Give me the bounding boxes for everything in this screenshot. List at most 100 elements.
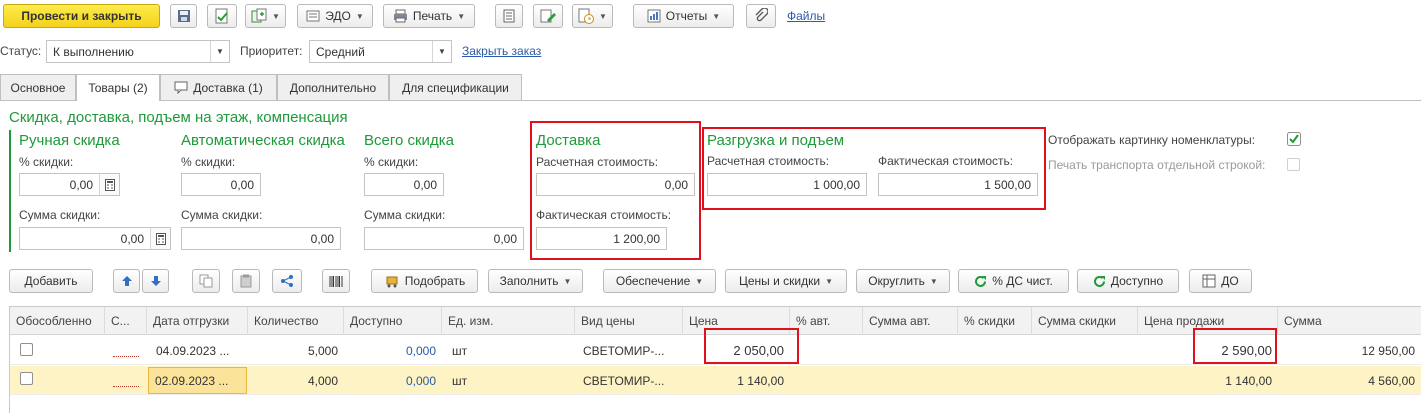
row-sum: 4 560,00 (1368, 373, 1415, 388)
row-unit[interactable]: шт (446, 336, 575, 365)
barcode-button[interactable] (322, 269, 350, 293)
status-label: Статус: (0, 44, 42, 58)
col-discount-percent[interactable]: % скидки (958, 307, 1032, 335)
row-separate-checkbox[interactable] (20, 372, 33, 385)
document-post-icon (214, 8, 230, 24)
list-icon (503, 9, 515, 23)
section-left-bar (9, 130, 11, 252)
fill-button[interactable]: Заполнить ▼ (488, 269, 583, 293)
priority-select[interactable]: Средний ▼ (309, 40, 452, 63)
tab-specification[interactable]: Для спецификации (389, 74, 522, 100)
files-link[interactable]: Файлы (787, 9, 825, 23)
paste-button[interactable] (232, 269, 260, 293)
floppy-icon (177, 9, 191, 23)
print-button[interactable]: Печать ▼ (383, 4, 475, 28)
attach-button[interactable] (746, 4, 776, 28)
auto-percent-label: % скидки: (181, 155, 236, 169)
paperclip-icon (754, 8, 768, 24)
tab-delivery[interactable]: Доставка (1) (160, 74, 277, 100)
sale-price-highlight (1193, 328, 1277, 364)
copy-button[interactable] (192, 269, 220, 293)
col-available[interactable]: Доступно (344, 307, 442, 335)
save-button[interactable] (170, 4, 197, 28)
show-picture-label: Отображать картинку номенклатуры: (1048, 133, 1256, 147)
total-sum-input: 0,00 (364, 227, 524, 250)
chevron-down-icon[interactable]: ▼ (210, 41, 229, 62)
col-ship-date[interactable]: Дата отгрузки (147, 307, 248, 335)
col-discount-sum[interactable]: Сумма скидки (1032, 307, 1138, 335)
copy-icon (199, 274, 213, 288)
col-s[interactable]: С... (105, 307, 147, 335)
edit-button[interactable] (533, 4, 563, 28)
reports-button[interactable]: Отчеты ▼ (633, 4, 734, 28)
tab-additional[interactable]: Дополнительно (277, 74, 389, 100)
manual-percent-label: % скидки: (19, 155, 74, 169)
tab-goods[interactable]: Товары (2) (76, 74, 160, 101)
auto-sum-label: Сумма скидки: (181, 208, 263, 222)
status-select[interactable]: К выполнению ▼ (46, 40, 230, 63)
printer-icon (393, 9, 408, 23)
edo-icon (306, 9, 320, 23)
col-separate[interactable]: Обособленно (10, 307, 105, 335)
create-based-on-button[interactable]: ▼ (245, 4, 286, 28)
show-picture-checkbox[interactable] (1287, 132, 1301, 146)
price-highlight (704, 328, 799, 364)
col-quantity[interactable]: Количество (248, 307, 344, 335)
round-button[interactable]: Округлить ▼ (856, 269, 950, 293)
reports-icon (647, 9, 661, 23)
total-percent-label: % скидки: (364, 155, 419, 169)
col-sum[interactable]: Сумма (1278, 307, 1421, 335)
prices-discounts-button[interactable]: Цены и скидки ▼ (725, 269, 847, 293)
move-up-button[interactable] (113, 269, 140, 293)
share-button[interactable] (272, 269, 302, 293)
row-s-cell[interactable] (113, 356, 139, 357)
chevron-down-icon: ▼ (272, 11, 280, 21)
row-quantity[interactable]: 4,000 (248, 366, 344, 395)
structure-button[interactable] (495, 4, 523, 28)
available-button[interactable]: Доступно (1077, 269, 1179, 293)
comment-icon (174, 81, 188, 94)
add-row-button[interactable]: Добавить (9, 269, 93, 293)
arrow-up-icon (121, 275, 133, 287)
do-button[interactable]: ДО (1189, 269, 1252, 293)
col-auto-percent[interactable]: % авт. (790, 307, 863, 335)
row-price[interactable]: 1 140,00 (683, 366, 790, 395)
total-discount-title: Всего скидка (364, 132, 454, 149)
row-separate-checkbox[interactable] (20, 343, 33, 356)
post-button[interactable] (207, 4, 237, 28)
pick-button[interactable]: Подобрать (371, 269, 478, 293)
manual-sum-input[interactable]: 0,00 (19, 227, 171, 250)
unloading-highlight (702, 127, 1046, 210)
print-transport-checkbox[interactable] (1287, 158, 1300, 171)
tab-main[interactable]: Основное (0, 74, 76, 100)
row-price-type[interactable]: СВЕТОМИР-... (577, 366, 683, 395)
calculator-icon[interactable] (99, 174, 119, 195)
delivery-highlight (530, 121, 701, 260)
row-ship-date[interactable]: 02.09.2023 ... (148, 367, 247, 394)
row-s-cell[interactable] (113, 386, 139, 387)
calculator-icon[interactable] (150, 228, 170, 249)
row-unit[interactable]: шт (446, 366, 575, 395)
row-quantity[interactable]: 5,000 (248, 336, 344, 365)
print-transport-label: Печать транспорта отдельной строкой: (1048, 158, 1266, 172)
history-button[interactable]: ▼ (572, 4, 613, 28)
supply-button[interactable]: Обеспечение ▼ (603, 269, 716, 293)
section-title: Скидка, доставка, подъем на этаж, компен… (9, 109, 348, 126)
col-price-type[interactable]: Вид цены (575, 307, 683, 335)
chevron-down-icon: ▼ (457, 11, 466, 21)
move-down-button[interactable] (142, 269, 169, 293)
edo-button[interactable]: ЭДО ▼ (297, 4, 373, 28)
col-unit[interactable]: Ед. изм. (442, 307, 575, 335)
close-order-link[interactable]: Закрыть заказ (462, 44, 541, 58)
row-ship-date[interactable]: 04.09.2023 ... (150, 336, 248, 365)
chevron-down-icon: ▼ (825, 276, 833, 286)
chevron-down-icon[interactable]: ▼ (432, 41, 451, 62)
row-sale-price[interactable]: 1 140,00 (1138, 366, 1278, 395)
row-price-type[interactable]: СВЕТОМИР-... (577, 336, 683, 365)
col-auto-sum[interactable]: Сумма авт. (863, 307, 958, 335)
chevron-down-icon: ▼ (355, 11, 364, 21)
post-and-close-button[interactable]: Провести и закрыть (3, 4, 160, 28)
clipboard-icon (239, 274, 253, 288)
ds-net-button[interactable]: % ДС чист. (958, 269, 1069, 293)
manual-percent-input[interactable]: 0,00 (19, 173, 120, 196)
